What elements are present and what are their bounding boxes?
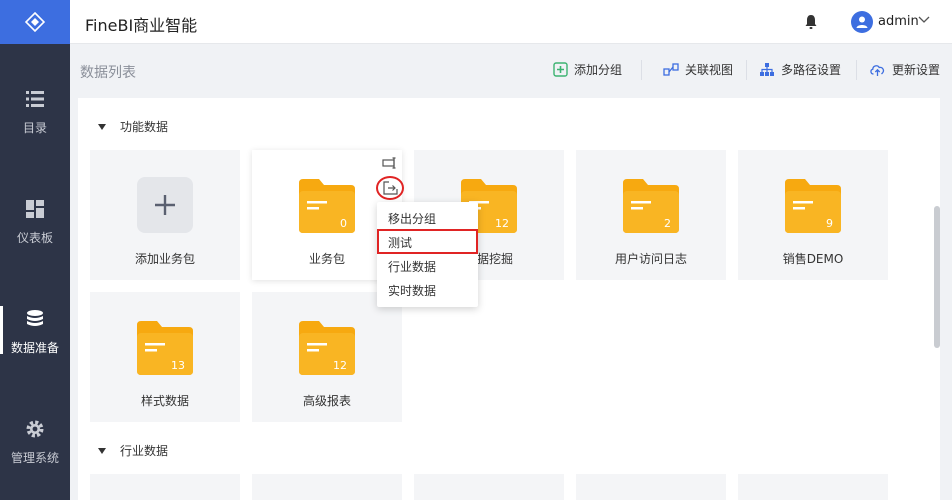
hierarchy-icon bbox=[760, 63, 774, 76]
update-settings-button[interactable]: 更新设置 bbox=[869, 61, 940, 78]
sidebar-item-admin[interactable]: 管理系统 bbox=[0, 418, 70, 466]
database-icon bbox=[27, 310, 43, 326]
avatar[interactable] bbox=[851, 11, 873, 33]
sidebar-item-catalog[interactable]: 目录 bbox=[0, 88, 70, 136]
move-group-menu: 移出分组 测试 行业数据 实时数据 bbox=[377, 202, 478, 307]
relation-view-button[interactable]: 关联视图 bbox=[663, 61, 733, 78]
sidebar: 目录 仪表板 数据准备 管理系统 bbox=[0, 0, 70, 500]
page-title: 数据列表 bbox=[80, 65, 136, 81]
package-card[interactable]: 13 样式数据 bbox=[90, 292, 240, 422]
folder-icon: 9 bbox=[785, 177, 841, 233]
rename-icon[interactable] bbox=[382, 156, 398, 170]
relation-view-label: 关联视图 bbox=[685, 63, 734, 77]
app-title: FineBI商业智能 bbox=[85, 16, 198, 35]
menu-item-realtime-data[interactable]: 实时数据 bbox=[388, 282, 436, 299]
package-count: 12 bbox=[495, 217, 509, 230]
sidebar-item-data-prep[interactable]: 数据准备 bbox=[0, 306, 70, 356]
card-label: 样式数据 bbox=[140, 394, 189, 408]
package-card[interactable]: 12 高级报表 bbox=[252, 292, 402, 422]
sidebar-item-label: 仪表板 bbox=[16, 231, 53, 245]
dashboard-icon bbox=[26, 200, 44, 218]
package-count: 9 bbox=[826, 217, 833, 230]
package-card[interactable] bbox=[414, 474, 564, 500]
menu-item-industry-data[interactable]: 行业数据 bbox=[388, 258, 436, 275]
toolbar-divider bbox=[641, 60, 642, 80]
caret-down-icon[interactable] bbox=[98, 123, 106, 130]
group-header[interactable]: 行业数据 bbox=[98, 442, 168, 459]
sidebar-item-label: 目录 bbox=[22, 121, 47, 135]
user-name[interactable]: admin bbox=[878, 14, 919, 29]
sidebar-item-dashboard[interactable]: 仪表板 bbox=[0, 198, 70, 246]
package-count: 2 bbox=[664, 217, 671, 230]
bell-icon[interactable] bbox=[804, 14, 818, 30]
folder-icon: 12 bbox=[299, 319, 355, 375]
folder-icon: 13 bbox=[137, 319, 193, 375]
card-label: 销售DEMO bbox=[782, 252, 844, 266]
card-label: 高级报表 bbox=[302, 394, 351, 408]
menu-item-remove-group[interactable]: 移出分组 bbox=[388, 210, 436, 227]
highlight-circle bbox=[376, 176, 404, 200]
package-card[interactable] bbox=[576, 474, 726, 500]
group-name: 行业数据 bbox=[120, 444, 169, 458]
group-header[interactable]: 功能数据 bbox=[98, 118, 168, 135]
gear-icon bbox=[26, 420, 44, 438]
logo[interactable] bbox=[0, 0, 70, 44]
add-group-button[interactable]: 添加分组 bbox=[553, 61, 622, 78]
add-group-label: 添加分组 bbox=[574, 63, 623, 77]
relation-icon bbox=[663, 63, 679, 76]
package-count: 13 bbox=[171, 359, 185, 372]
package-card[interactable] bbox=[252, 474, 402, 500]
sidebar-item-label: 管理系统 bbox=[10, 451, 59, 465]
highlight-box bbox=[377, 229, 478, 254]
multipath-label: 多路径设置 bbox=[781, 63, 842, 77]
user-icon bbox=[856, 16, 868, 28]
package-card[interactable]: 9 销售DEMO bbox=[738, 150, 888, 280]
multipath-button[interactable]: 多路径设置 bbox=[759, 61, 841, 78]
chevron-down-icon[interactable] bbox=[918, 16, 930, 24]
card-label: 用户访问日志 bbox=[614, 252, 687, 266]
package-card[interactable] bbox=[90, 474, 240, 500]
add-business-package-card[interactable]: 添加业务包 bbox=[90, 150, 240, 280]
folder-icon: 2 bbox=[623, 177, 679, 233]
update-settings-label: 更新设置 bbox=[892, 63, 941, 77]
package-card[interactable]: 2 用户访问日志 bbox=[576, 150, 726, 280]
card-label: 添加业务包 bbox=[134, 252, 195, 266]
package-card[interactable] bbox=[738, 474, 888, 500]
scrollbar-thumb[interactable] bbox=[934, 206, 940, 348]
plus-icon bbox=[155, 195, 175, 215]
top-header: FineBI商业智能 admin bbox=[70, 0, 952, 44]
cloud-upload-icon bbox=[870, 65, 885, 76]
folder-icon: 0 bbox=[299, 177, 355, 233]
group-name: 功能数据 bbox=[120, 120, 169, 134]
data-list-panel: 功能数据 添加业务包 0 业务包 12 数据挖掘 2 用户访问日志 9 销售DE… bbox=[78, 98, 940, 500]
add-group-icon bbox=[553, 62, 568, 77]
sidebar-item-label: 数据准备 bbox=[10, 341, 59, 355]
toolbar-divider bbox=[746, 60, 747, 80]
toolbar-divider bbox=[856, 60, 857, 80]
package-count: 12 bbox=[333, 359, 347, 372]
caret-down-icon[interactable] bbox=[98, 447, 106, 454]
logo-icon bbox=[25, 12, 45, 32]
list-icon bbox=[26, 91, 44, 107]
package-count: 0 bbox=[340, 217, 347, 230]
add-box bbox=[137, 177, 193, 233]
